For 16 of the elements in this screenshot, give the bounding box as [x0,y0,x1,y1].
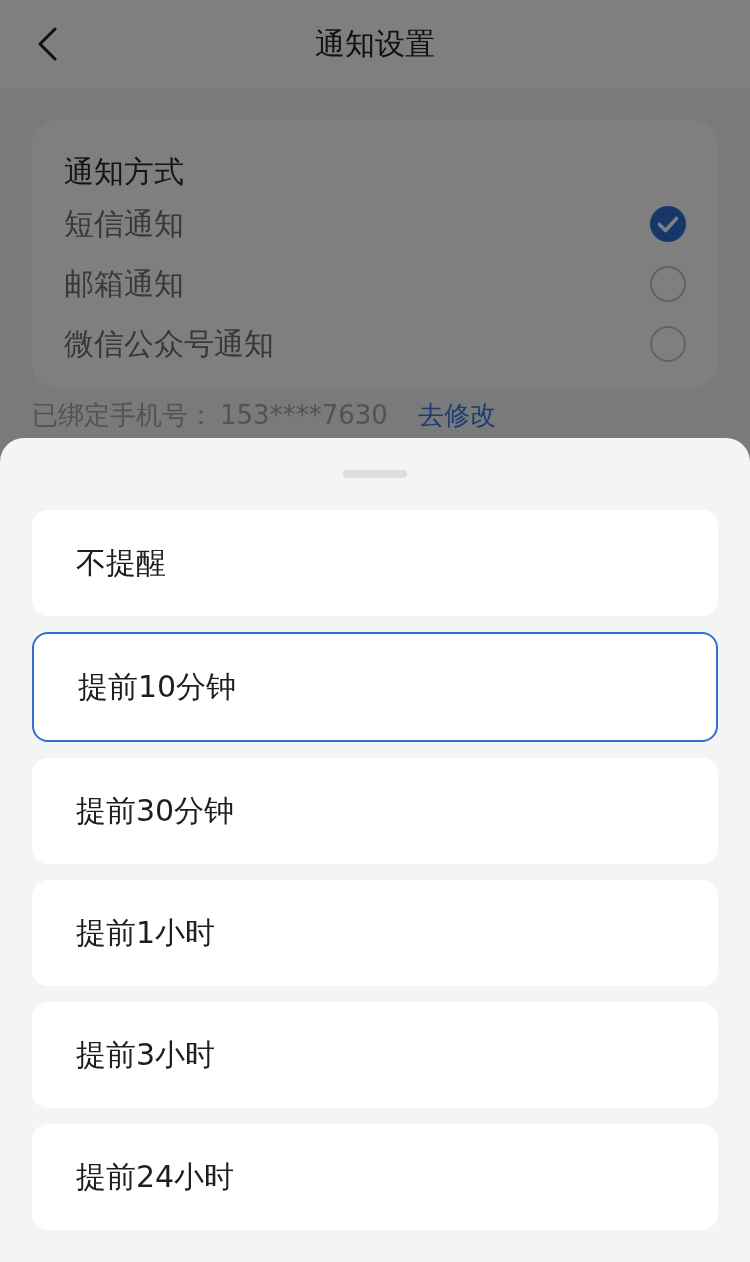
reminder-option[interactable]: 不提醒 [32,510,718,616]
radio-icon[interactable] [650,326,686,362]
reminder-option[interactable]: 提前3小时 [32,1002,718,1108]
reminder-option[interactable]: 提前10分钟 [32,632,718,742]
back-icon[interactable] [36,27,58,61]
reminder-option[interactable]: 提前24小时 [32,1124,718,1230]
reminder-option[interactable]: 提前30分钟 [32,758,718,864]
reminder-option[interactable]: 提前1小时 [32,880,718,986]
radio-icon[interactable] [650,266,686,302]
option-label: 微信公众号通知 [64,325,274,363]
page-title: 通知设置 [315,25,435,63]
option-label: 邮箱通知 [64,265,184,303]
option-label: 短信通知 [64,205,184,243]
drag-handle[interactable] [343,470,407,478]
radio-icon[interactable] [650,206,686,242]
section-title: 通知方式 [64,153,185,191]
